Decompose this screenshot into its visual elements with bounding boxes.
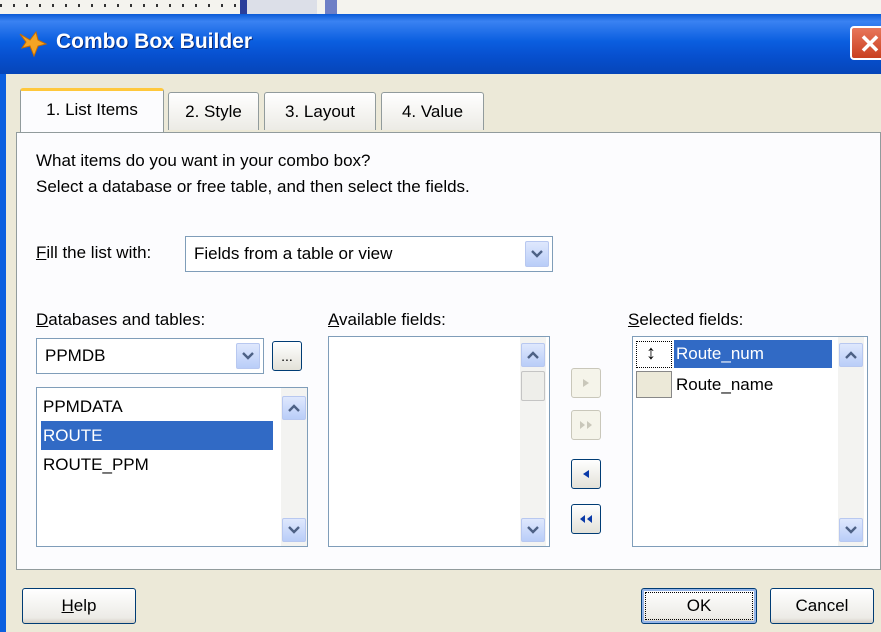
remove-field-button[interactable] bbox=[571, 459, 601, 489]
scroll-up-icon[interactable] bbox=[521, 343, 545, 367]
scroll-up-icon[interactable] bbox=[282, 396, 306, 420]
scroll-thumb[interactable] bbox=[521, 371, 545, 401]
available-fields-label: Available fields: bbox=[328, 310, 446, 329]
vertical-scrollbar[interactable] bbox=[281, 388, 307, 546]
vertical-scrollbar[interactable] bbox=[520, 337, 546, 546]
scroll-down-icon[interactable] bbox=[839, 518, 863, 542]
databases-label: Databases and tables: bbox=[36, 310, 206, 329]
ok-button[interactable]: OK bbox=[641, 588, 757, 624]
tab-list-items[interactable]: 1. List Items bbox=[20, 88, 164, 132]
database-value: PPMDB bbox=[45, 346, 106, 365]
ruler-dots bbox=[0, 4, 240, 7]
list-item[interactable]: ROUTE_PPM bbox=[41, 450, 149, 479]
fill-list-value: Fields from a table or view bbox=[194, 244, 393, 263]
help-button[interactable]: Help bbox=[22, 588, 136, 624]
close-button[interactable]: ✕ bbox=[850, 26, 881, 60]
list-item-selected[interactable]: Route_num bbox=[674, 340, 832, 368]
move-arrows-icon: ↕ bbox=[646, 342, 656, 364]
cancel-button[interactable]: Cancel bbox=[770, 588, 874, 624]
chevron-down-icon[interactable] bbox=[236, 343, 260, 369]
vertical-scrollbar[interactable] bbox=[838, 337, 864, 546]
database-combo[interactable]: PPMDB bbox=[36, 338, 264, 374]
scroll-up-icon[interactable] bbox=[839, 343, 863, 367]
row-mover-handle-icon[interactable] bbox=[636, 371, 672, 398]
tab-label: 4. Value bbox=[401, 102, 464, 121]
instruction-line-1: What items do you want in your combo box… bbox=[36, 151, 371, 170]
available-fields-listbox[interactable] bbox=[328, 336, 550, 547]
chevron-down-icon[interactable] bbox=[525, 241, 549, 267]
window-title: Combo Box Builder bbox=[56, 30, 253, 53]
tab-value[interactable]: 4. Value bbox=[381, 92, 484, 130]
tab-label: 1. List Items bbox=[46, 100, 138, 119]
scroll-down-icon[interactable] bbox=[282, 518, 306, 542]
add-all-fields-button[interactable] bbox=[571, 410, 601, 440]
selected-fields-label: Selected fields: bbox=[628, 310, 744, 329]
window-frame bbox=[0, 74, 6, 632]
browse-database-button[interactable]: ... bbox=[272, 341, 302, 371]
remove-all-fields-button[interactable] bbox=[571, 504, 601, 534]
instruction-line-2: Select a database or free table, and the… bbox=[36, 177, 470, 196]
background-shade bbox=[325, 0, 337, 14]
background-bar bbox=[240, 0, 247, 14]
tab-layout[interactable]: 3. Layout bbox=[264, 92, 376, 130]
selected-fields-listbox[interactable]: ↕ Route_num Route_name bbox=[632, 336, 868, 547]
tab-label: 2. Style bbox=[185, 102, 242, 121]
title-bar[interactable]: Combo Box Builder ✕ bbox=[0, 14, 881, 74]
add-field-button[interactable] bbox=[571, 368, 601, 398]
row-mover-handle-icon[interactable]: ↕ bbox=[636, 341, 672, 368]
list-item[interactable]: PPMDATA bbox=[41, 392, 123, 421]
list-item[interactable]: Route_name bbox=[674, 370, 773, 399]
tab-label: 3. Layout bbox=[285, 102, 355, 121]
fox-app-icon bbox=[19, 30, 48, 58]
tables-listbox[interactable]: PPMDATA ROUTE ROUTE_PPM bbox=[36, 387, 308, 547]
tab-style[interactable]: 2. Style bbox=[168, 92, 259, 130]
background-app-strip bbox=[0, 0, 881, 14]
scroll-down-icon[interactable] bbox=[521, 518, 545, 542]
background-shade bbox=[247, 0, 317, 14]
fill-list-label: Fill the list with: bbox=[36, 243, 152, 262]
fill-list-combo[interactable]: Fields from a table or view bbox=[185, 236, 553, 272]
list-item-selected[interactable]: ROUTE bbox=[41, 421, 273, 450]
